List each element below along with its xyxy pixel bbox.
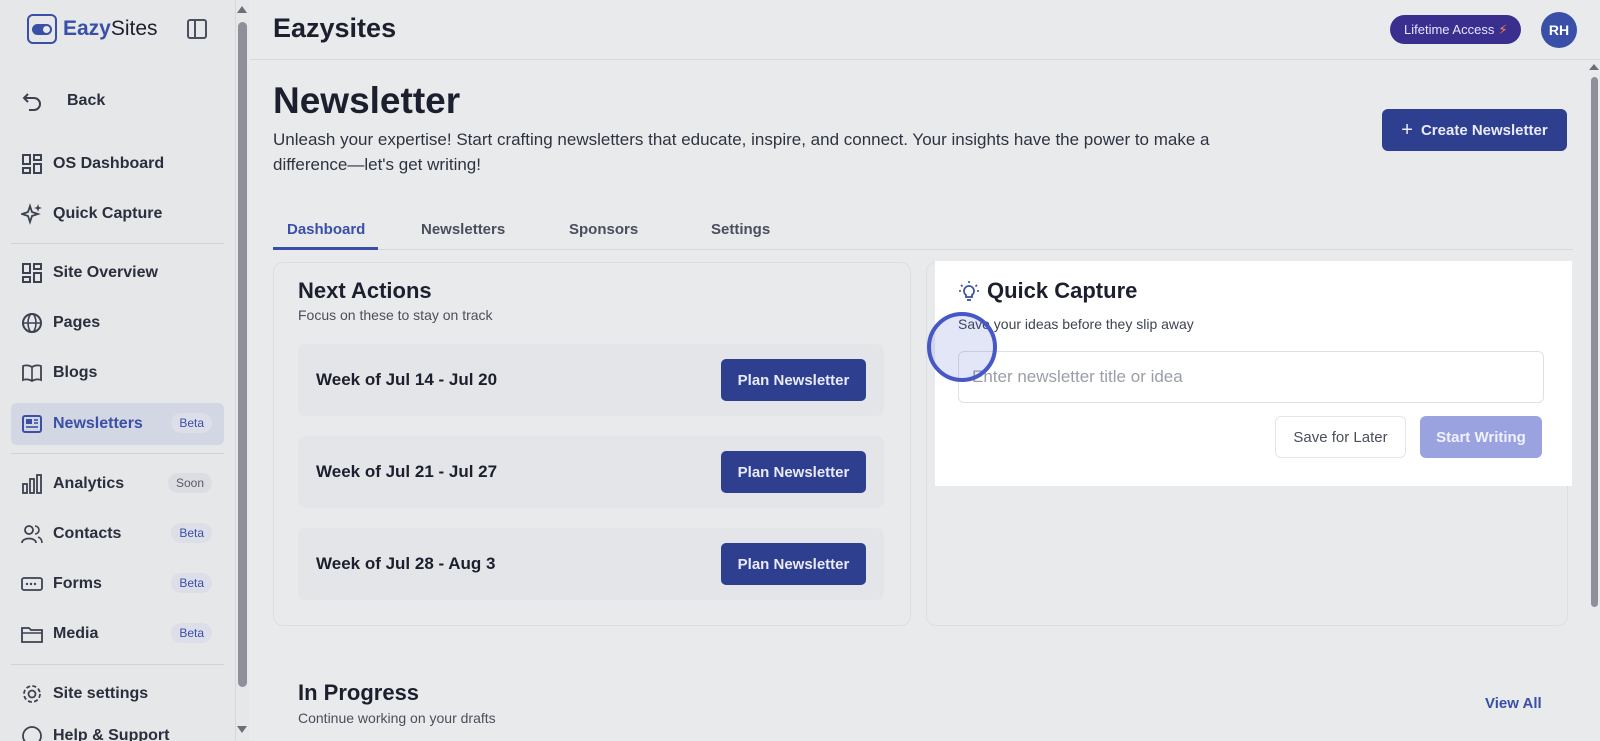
create-newsletter-button[interactable]: + Create Newsletter bbox=[1382, 109, 1567, 151]
beta-badge: Beta bbox=[171, 523, 212, 543]
sidebar-item-forms[interactable]: Forms Beta bbox=[11, 563, 224, 605]
newsletter-idea-input[interactable] bbox=[958, 351, 1544, 403]
gear-icon bbox=[21, 683, 43, 705]
quick-capture-title: Quick Capture bbox=[987, 278, 1138, 303]
back-button[interactable]: Back bbox=[11, 80, 224, 122]
start-writing-button[interactable]: Start Writing bbox=[1420, 416, 1542, 458]
list-item: Week of Jul 21 - Jul 27 Plan Newsletter bbox=[298, 436, 884, 508]
cursor-click-indicator bbox=[927, 312, 997, 382]
sidebar-item-label: Quick Capture bbox=[53, 205, 163, 222]
quick-capture-panel: Quick Capture Save your ideas before the… bbox=[935, 261, 1572, 486]
sidebar-item-contacts[interactable]: Contacts Beta bbox=[11, 513, 224, 555]
view-all-link[interactable]: View All bbox=[1485, 695, 1542, 712]
create-newsletter-label: Create Newsletter bbox=[1420, 121, 1548, 139]
avatar[interactable]: RH bbox=[1541, 12, 1577, 48]
tab-settings[interactable]: Settings bbox=[711, 221, 770, 238]
sidebar-item-label: Pages bbox=[53, 314, 101, 331]
plan-newsletter-button[interactable]: Plan Newsletter bbox=[721, 451, 866, 493]
logo-icon bbox=[27, 14, 57, 44]
sidebar-item-blogs[interactable]: Blogs bbox=[11, 352, 224, 394]
dashboard-grid-icon bbox=[21, 153, 43, 175]
next-actions-title: Next Actions bbox=[298, 278, 432, 303]
sparkle-icon bbox=[21, 203, 43, 225]
sidebar-item-label: Newsletters bbox=[53, 415, 143, 432]
scroll-down-arrow-icon[interactable] bbox=[237, 726, 247, 733]
book-icon bbox=[21, 362, 43, 384]
sidebar-item-label: Contacts bbox=[53, 525, 122, 542]
tab-bar: Dashboard Newsletters Sponsors Settings bbox=[273, 212, 1573, 250]
plan-newsletter-button[interactable]: Plan Newsletter bbox=[721, 543, 866, 585]
beta-badge: Beta bbox=[171, 413, 212, 433]
week-label: Week of Jul 28 - Aug 3 bbox=[316, 554, 496, 573]
dashboard-grid-icon bbox=[21, 262, 43, 284]
form-icon bbox=[21, 573, 43, 595]
in-progress-title: In Progress bbox=[298, 680, 420, 705]
active-tab-indicator bbox=[273, 247, 378, 250]
sidebar-divider bbox=[11, 453, 224, 454]
folder-icon bbox=[21, 623, 43, 645]
sidebar-scrollbar-thumb[interactable] bbox=[238, 22, 247, 687]
sidebar-item-os-dashboard[interactable]: OS Dashboard bbox=[11, 143, 224, 185]
app-title: Eazysites bbox=[273, 13, 397, 43]
scroll-up-arrow-icon[interactable] bbox=[237, 6, 247, 13]
quick-capture-subtitle: Save your ideas before they slip away bbox=[958, 316, 1194, 332]
bar-chart-icon bbox=[21, 473, 43, 495]
list-item: Week of Jul 14 - Jul 20 Plan Newsletter bbox=[298, 344, 884, 416]
sidebar-item-quick-capture[interactable]: Quick Capture bbox=[11, 193, 224, 235]
tab-newsletters[interactable]: Newsletters bbox=[421, 221, 505, 238]
tab-sponsors[interactable]: Sponsors bbox=[569, 221, 638, 238]
lifetime-access-badge[interactable]: Lifetime Access ⚡ bbox=[1390, 15, 1522, 44]
sidebar-item-label: Site Overview bbox=[53, 264, 158, 281]
help-icon bbox=[21, 725, 43, 741]
sidebar-item-label: Analytics bbox=[53, 475, 125, 492]
sidebar-item-label: OS Dashboard bbox=[53, 155, 165, 172]
week-label: Week of Jul 14 - Jul 20 bbox=[316, 370, 498, 389]
brand-name: EazySites bbox=[63, 17, 158, 40]
lightbulb-icon bbox=[959, 281, 979, 303]
sidebar-item-help-support[interactable]: Help & Support bbox=[11, 715, 224, 741]
week-label: Week of Jul 21 - Jul 27 bbox=[316, 462, 498, 481]
beta-badge: Beta bbox=[171, 573, 212, 593]
scroll-up-arrow-icon[interactable] bbox=[1589, 64, 1599, 70]
in-progress-subtitle: Continue working on your drafts bbox=[298, 710, 496, 726]
sidebar-item-label: Media bbox=[53, 625, 99, 642]
newspaper-icon bbox=[21, 413, 43, 435]
undo-arrow-icon bbox=[21, 90, 43, 112]
lifetime-access-label: Lifetime Access bbox=[1404, 22, 1495, 37]
sidebar-item-label: Site settings bbox=[53, 685, 149, 702]
sidebar-item-pages[interactable]: Pages bbox=[11, 302, 224, 344]
next-actions-subtitle: Focus on these to stay on track bbox=[298, 307, 493, 323]
beta-badge: Beta bbox=[171, 623, 212, 643]
lightning-icon: ⚡ bbox=[1498, 21, 1508, 37]
sidebar-divider bbox=[11, 243, 224, 244]
back-label: Back bbox=[67, 92, 106, 109]
sidebar-item-analytics[interactable]: Analytics Soon bbox=[11, 463, 224, 505]
save-for-later-button[interactable]: Save for Later bbox=[1275, 416, 1406, 458]
top-bar: Eazysites Lifetime Access ⚡ RH bbox=[250, 0, 1600, 60]
tab-dashboard[interactable]: Dashboard bbox=[287, 221, 365, 238]
sidebar-item-site-overview[interactable]: Site Overview bbox=[11, 252, 224, 294]
plus-icon: + bbox=[1401, 118, 1413, 141]
sidebar: EazySites Back OS Dashboard Quick Captur… bbox=[0, 0, 236, 741]
brand-logo[interactable]: EazySites bbox=[27, 14, 158, 44]
plan-newsletter-button[interactable]: Plan Newsletter bbox=[721, 359, 866, 401]
page-description: Unleash your expertise! Start crafting n… bbox=[273, 130, 1210, 174]
sidebar-toggle-icon[interactable] bbox=[187, 19, 207, 39]
sidebar-item-media[interactable]: Media Beta bbox=[11, 613, 224, 655]
sidebar-item-label: Help & Support bbox=[53, 727, 170, 741]
users-icon bbox=[21, 523, 43, 545]
sidebar-item-label: Blogs bbox=[53, 364, 98, 381]
list-item: Week of Jul 28 - Aug 3 Plan Newsletter bbox=[298, 528, 884, 600]
page-title: Newsletter bbox=[273, 80, 461, 121]
sidebar-item-label: Forms bbox=[53, 575, 102, 592]
soon-badge: Soon bbox=[167, 473, 212, 493]
sidebar-item-newsletters[interactable]: Newsletters Beta bbox=[11, 403, 224, 445]
main-scrollbar-thumb[interactable] bbox=[1591, 77, 1598, 607]
globe-icon bbox=[21, 312, 43, 334]
sidebar-item-site-settings[interactable]: Site settings bbox=[11, 673, 224, 715]
sidebar-divider bbox=[11, 664, 224, 665]
